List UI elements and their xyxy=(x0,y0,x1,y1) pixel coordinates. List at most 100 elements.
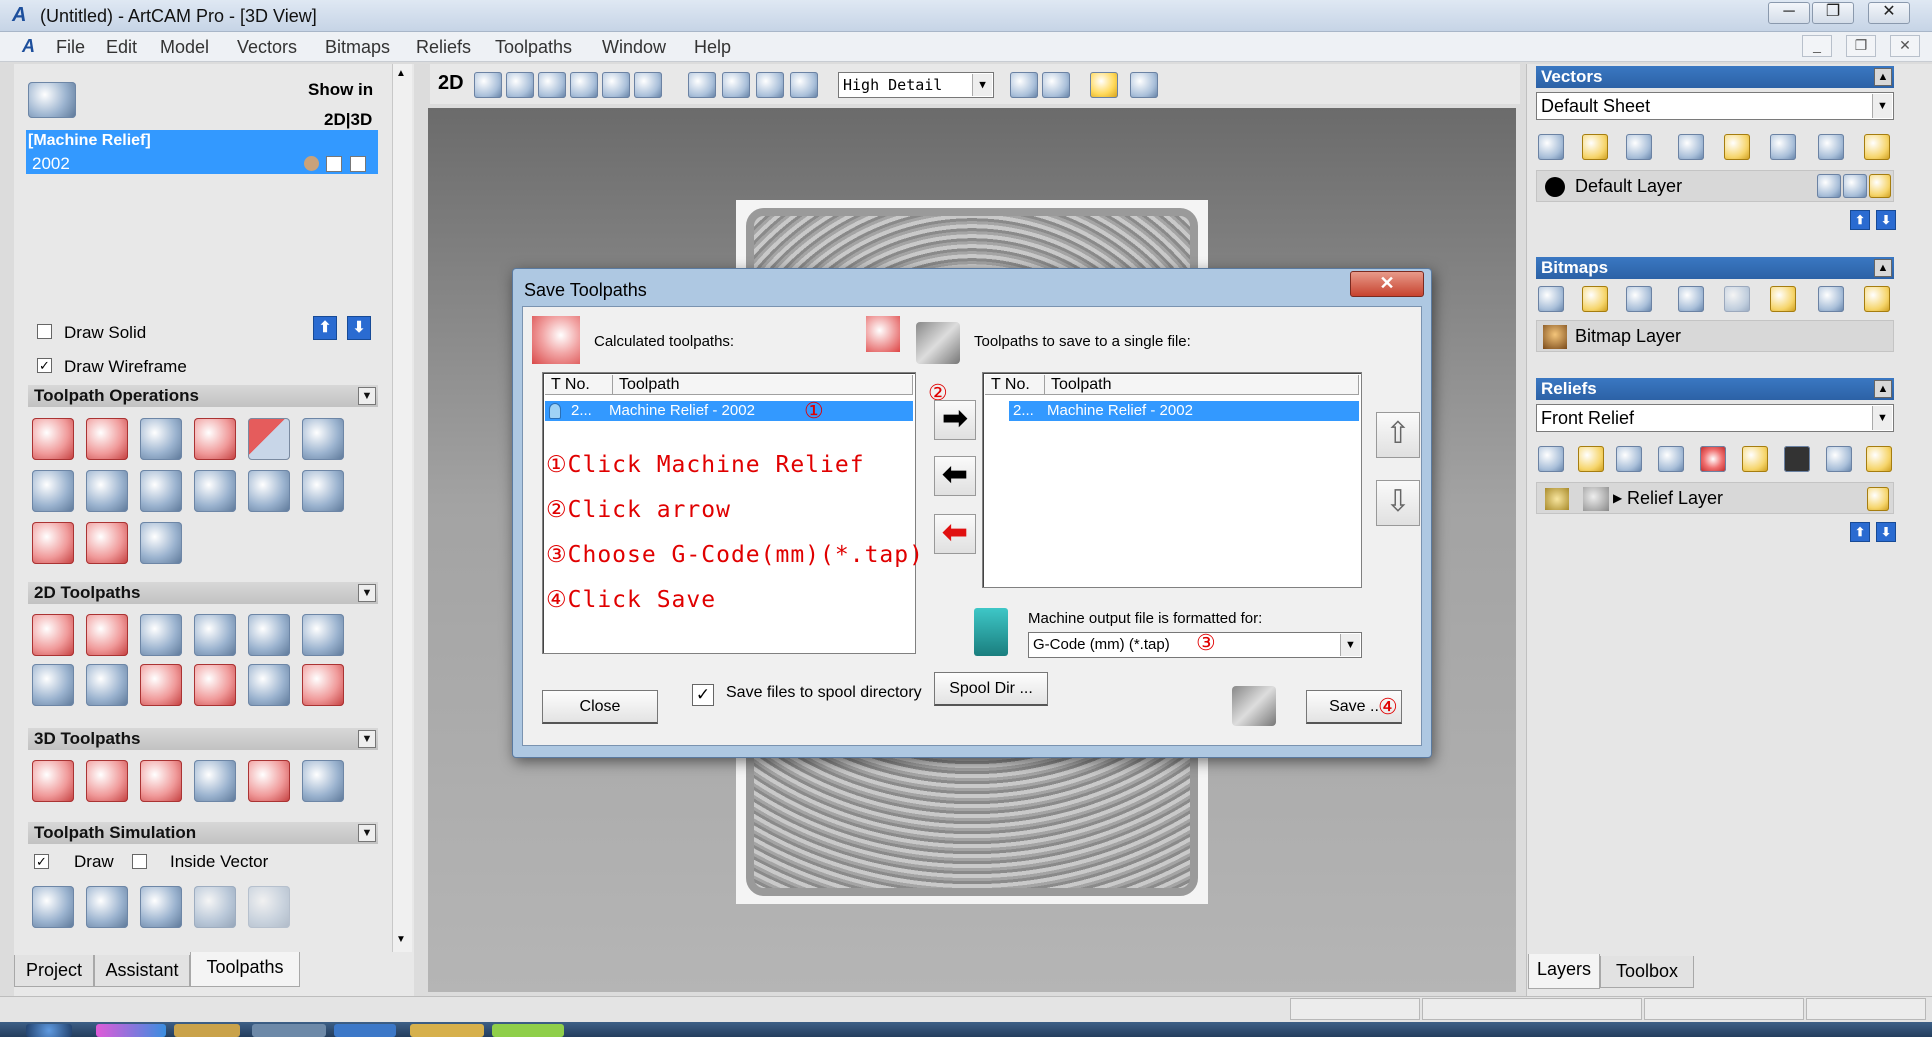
front-view-icon[interactable] xyxy=(722,72,750,98)
column-header-toolpath[interactable]: Toolpath xyxy=(1045,375,1359,395)
copy-layer-icon[interactable] xyxy=(1678,134,1704,160)
menu-help[interactable]: Help xyxy=(694,37,731,58)
relief-mode-icon[interactable] xyxy=(1545,488,1569,510)
copy-relief-icon[interactable] xyxy=(1658,446,1684,472)
relief-layer-down-icon[interactable]: ⬇ xyxy=(1876,522,1896,542)
layer-combine-icon[interactable] xyxy=(1770,134,1796,160)
save-toolpaths-icon[interactable] xyxy=(194,418,236,460)
fluting-icon[interactable] xyxy=(194,664,236,706)
axes-icon[interactable] xyxy=(1042,72,1070,98)
engraving-icon[interactable] xyxy=(248,614,290,656)
light-bulb-icon[interactable] xyxy=(1090,72,1118,98)
relief-select[interactable]: Front Relief ▼ xyxy=(1536,404,1894,432)
column-header-tno[interactable]: T No. xyxy=(985,375,1045,395)
relief-visibility-icon[interactable] xyxy=(1866,446,1892,472)
left-panel-scrollbar[interactable]: ▲ ▼ xyxy=(392,64,412,952)
bitmap-grey-icon[interactable] xyxy=(1724,286,1750,312)
menu-file[interactable]: File xyxy=(56,37,85,58)
top-view-icon[interactable] xyxy=(790,72,818,98)
delete-relief-icon[interactable] xyxy=(1826,446,1852,472)
collapse-arrow-icon[interactable]: ▼ xyxy=(358,387,376,405)
delete-layer-icon[interactable] xyxy=(1818,134,1844,160)
minimize-button[interactable]: ─ xyxy=(1768,2,1810,24)
section-3d-toolpaths[interactable]: 3D Toolpaths ▼ xyxy=(28,728,378,750)
taskbar-app-icon[interactable] xyxy=(492,1024,564,1037)
simulate-toolpath-icon[interactable] xyxy=(32,886,74,928)
vectors-panel-header[interactable]: Vectors ▲ xyxy=(1536,66,1894,88)
layer-color-icon[interactable] xyxy=(1545,177,1565,197)
taskbar-folder-icon[interactable] xyxy=(174,1024,240,1037)
toolpath-list-item-machine-relief[interactable]: [Machine Relief] 2002 xyxy=(26,130,378,174)
inlay-icon[interactable] xyxy=(32,664,74,706)
bitmap-visibility-icon[interactable] xyxy=(1864,286,1890,312)
zoom-all-icon[interactable] xyxy=(634,72,662,98)
save-layer-icon[interactable] xyxy=(1626,134,1652,160)
toolpath-batch-icon[interactable] xyxy=(248,470,290,512)
relief-lock-icon[interactable] xyxy=(1742,446,1768,472)
machine-vector-icon[interactable] xyxy=(140,614,182,656)
bitmap-image-icon[interactable] xyxy=(1770,286,1796,312)
menu-toolpaths[interactable]: Toolpaths xyxy=(495,37,572,58)
reset-simulation-icon[interactable] xyxy=(248,886,290,928)
mdi-minimize-button[interactable]: _ xyxy=(1802,35,1832,57)
feature-machining-icon[interactable] xyxy=(140,664,182,706)
mdi-close-button[interactable]: ✕ xyxy=(1890,35,1920,57)
dropdown-arrow-icon[interactable]: ▼ xyxy=(1340,634,1360,656)
toolpath-sheet-icon[interactable] xyxy=(302,418,344,460)
remove-selected-arrow-button[interactable]: ⬅ xyxy=(934,456,976,496)
open-bitmap-icon[interactable] xyxy=(1582,286,1608,312)
new-layer-icon[interactable] xyxy=(1538,134,1564,160)
copy-bitmap-icon[interactable] xyxy=(1678,286,1704,312)
collapse-arrow-icon[interactable]: ▲ xyxy=(1874,380,1892,398)
toolpath-surface-icon[interactable] xyxy=(140,470,182,512)
taskbar-app-icon[interactable] xyxy=(96,1024,166,1037)
close-window-button[interactable]: ✕ xyxy=(1868,2,1910,24)
layer-row-bitmap[interactable]: Bitmap Layer xyxy=(1536,320,1894,352)
toolpath-add-icon[interactable] xyxy=(32,522,74,564)
new-relief-layer-icon[interactable] xyxy=(1538,446,1564,472)
close-button[interactable]: Close xyxy=(542,690,658,724)
save-bitmap-icon[interactable] xyxy=(1626,286,1652,312)
dropdown-arrow-icon[interactable]: ▼ xyxy=(972,74,992,96)
save-relief-icon[interactable] xyxy=(1616,446,1642,472)
dropdown-arrow-icon[interactable]: ▼ xyxy=(1872,94,1892,118)
collapse-arrow-icon[interactable]: ▲ xyxy=(1874,259,1892,277)
menu-model[interactable]: Model xyxy=(160,37,209,58)
surface-icon[interactable] xyxy=(1010,72,1038,98)
restore-button[interactable]: ❐ xyxy=(1812,2,1854,24)
edit-pen-icon[interactable] xyxy=(1843,174,1867,198)
layer-visibility-icon[interactable] xyxy=(1864,134,1890,160)
menu-edit[interactable]: Edit xyxy=(106,37,137,58)
collapse-arrow-icon[interactable]: ▼ xyxy=(358,730,376,748)
toolpath-transform-icon[interactable] xyxy=(32,470,74,512)
simulate-all-icon[interactable] xyxy=(86,886,128,928)
move-up-button[interactable]: ⇧ xyxy=(1376,412,1420,458)
rotate-icon[interactable] xyxy=(474,72,502,98)
spool-directory-checkbox[interactable]: ✓ xyxy=(692,684,714,706)
zoom-out-icon[interactable] xyxy=(570,72,598,98)
section-toolpath-operations[interactable]: Toolpath Operations ▼ xyxy=(28,385,378,407)
list-item[interactable]: 2... Machine Relief - 2002 xyxy=(545,401,913,421)
iso-view-icon[interactable] xyxy=(688,72,716,98)
layer-up-icon[interactable]: ⬆ xyxy=(1850,210,1870,230)
dialog-close-button[interactable]: ✕ xyxy=(1350,271,1424,297)
reliefs-panel-header[interactable]: Reliefs ▲ xyxy=(1536,378,1894,400)
z-level-roughing-icon[interactable] xyxy=(86,760,128,802)
menu-bitmaps[interactable]: Bitmaps xyxy=(325,37,390,58)
layer-row-default[interactable]: Default Layer xyxy=(1536,170,1894,202)
relief-invert-icon[interactable] xyxy=(1784,446,1810,472)
detail-level-select[interactable]: High Detail ▼ xyxy=(838,72,994,98)
relief-layer-up-icon[interactable]: ⬆ xyxy=(1850,522,1870,542)
toolpath-export-icon[interactable] xyxy=(194,470,236,512)
smart-engraving-icon[interactable] xyxy=(248,664,290,706)
relief-combine-icon[interactable] xyxy=(1700,446,1726,472)
profile-toolpath-icon[interactable] xyxy=(32,614,74,656)
tab-layers[interactable]: Layers xyxy=(1528,954,1600,989)
waterline-icon[interactable] xyxy=(140,760,182,802)
taskbar-artcam-icon[interactable] xyxy=(410,1024,484,1037)
material-setup-icon[interactable] xyxy=(86,470,128,512)
toolpath-stock-icon[interactable] xyxy=(140,418,182,460)
area-clearance-icon[interactable] xyxy=(86,614,128,656)
light-bulb-icon[interactable] xyxy=(1867,487,1889,511)
bitmaps-panel-header[interactable]: Bitmaps ▲ xyxy=(1536,257,1894,279)
